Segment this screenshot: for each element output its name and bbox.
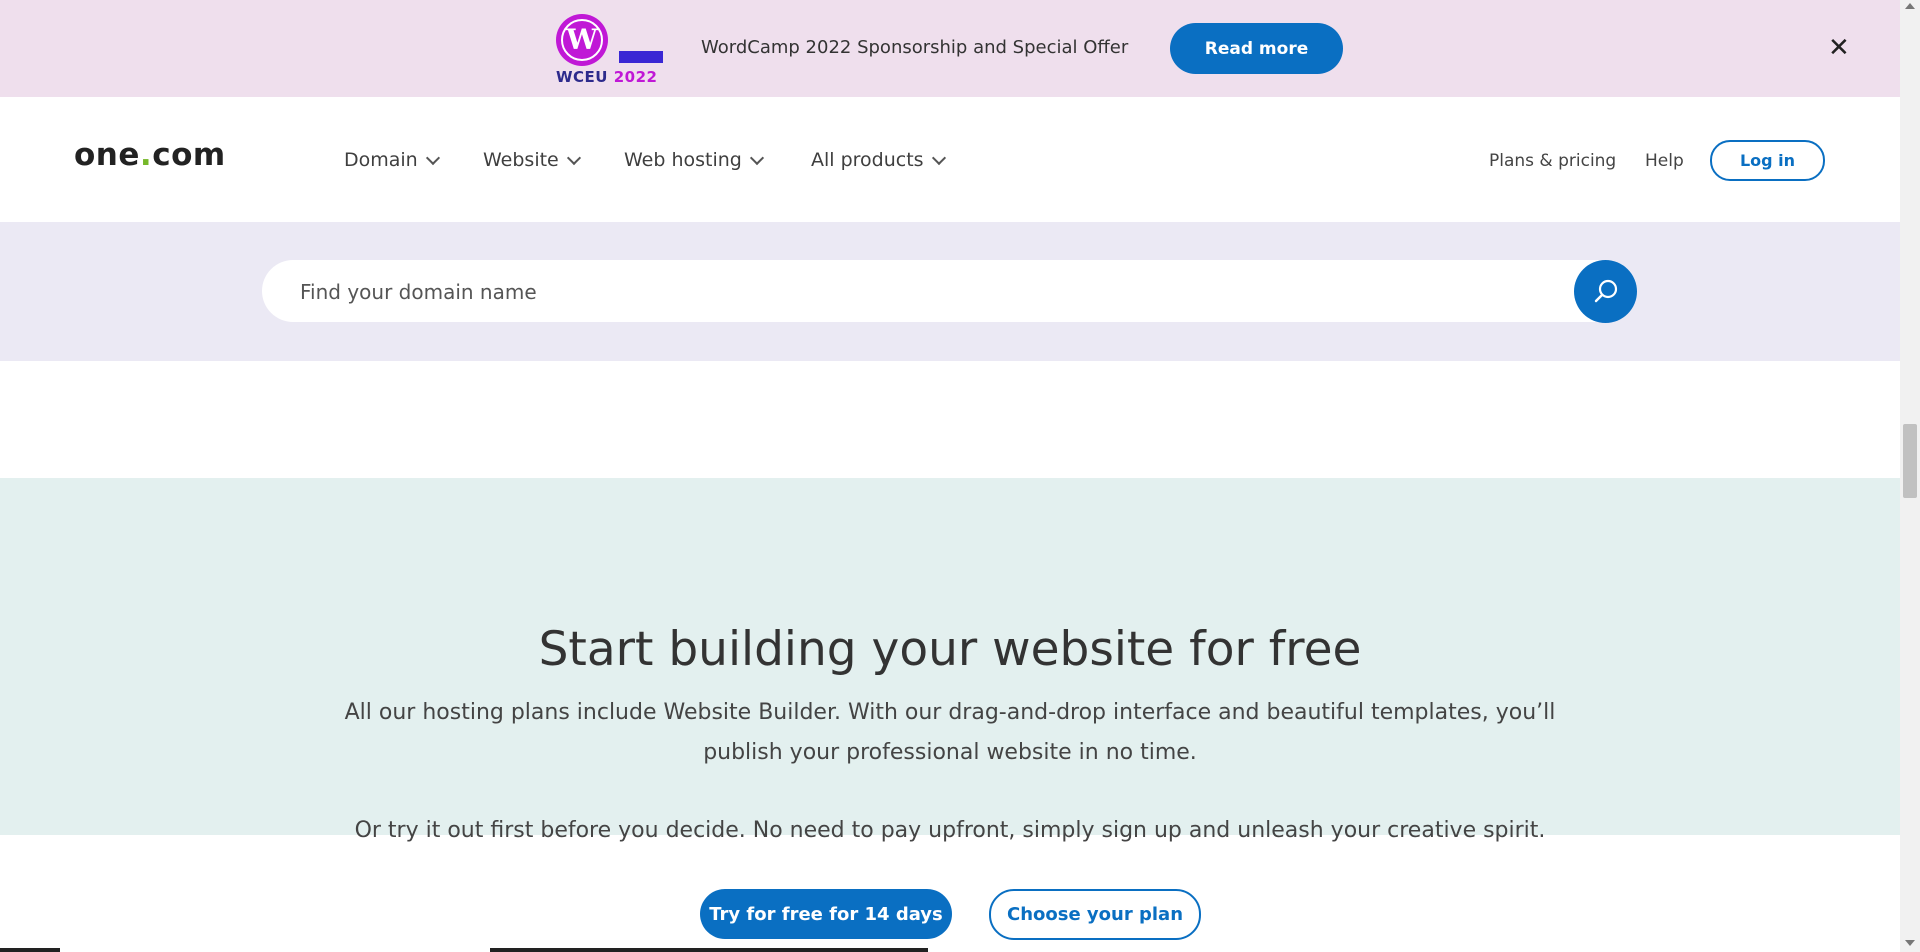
chevron-down-icon bbox=[749, 150, 764, 165]
chevron-down-icon bbox=[931, 150, 946, 165]
bottom-divider bbox=[0, 948, 60, 952]
chevron-down-icon bbox=[425, 150, 440, 165]
one-com-logo[interactable]: one.com bbox=[74, 137, 226, 173]
scrollbar-thumb[interactable] bbox=[1903, 424, 1917, 498]
help-link[interactable]: Help bbox=[1645, 151, 1684, 171]
nav-web-hosting[interactable]: Web hosting bbox=[624, 149, 764, 171]
plans-pricing-link[interactable]: Plans & pricing bbox=[1489, 151, 1616, 171]
login-button[interactable]: Log in bbox=[1710, 140, 1825, 181]
promo-banner: W WCEU 2022 WordCamp 2022 Sponsorship an… bbox=[0, 0, 1900, 97]
close-icon[interactable]: ✕ bbox=[1828, 34, 1850, 62]
try-free-button[interactable]: Try for free for 14 days bbox=[700, 889, 952, 939]
promo-text: WordCamp 2022 Sponsorship and Special Of… bbox=[701, 37, 1129, 58]
site-header: one.com Domain Website Web hosting All p… bbox=[0, 97, 1900, 222]
bottom-divider bbox=[490, 948, 928, 952]
search-button[interactable] bbox=[1574, 260, 1637, 323]
nav-all-products[interactable]: All products bbox=[811, 149, 946, 171]
scroll-up-arrow-icon[interactable] bbox=[1905, 3, 1915, 9]
nav-domain[interactable]: Domain bbox=[344, 149, 440, 171]
choose-plan-button[interactable]: Choose your plan bbox=[989, 889, 1201, 940]
chevron-down-icon bbox=[566, 150, 581, 165]
page: W WCEU 2022 WordCamp 2022 Sponsorship an… bbox=[0, 0, 1900, 952]
search-icon bbox=[1594, 279, 1617, 302]
scroll-down-arrow-icon[interactable] bbox=[1905, 940, 1915, 946]
nav-website[interactable]: Website bbox=[483, 149, 581, 171]
hero-title: Start building your website for free bbox=[538, 622, 1362, 677]
read-more-button[interactable]: Read more bbox=[1170, 23, 1343, 74]
hero-description-line-3: Or try it out first before you decide. N… bbox=[354, 818, 1546, 843]
page-scrollbar[interactable] bbox=[1900, 0, 1920, 952]
wceu-logo-bar bbox=[619, 51, 663, 63]
domain-search-box bbox=[262, 260, 1637, 324]
hero-description-line-2: publish your professional website in no … bbox=[703, 740, 1197, 765]
hero-description-line-1: All our hosting plans include Website Bu… bbox=[344, 700, 1556, 725]
wceu-logo-caption: WCEU 2022 bbox=[556, 68, 658, 86]
domain-search-input[interactable] bbox=[298, 260, 1562, 324]
wordpress-logo-icon[interactable]: W bbox=[556, 14, 608, 66]
